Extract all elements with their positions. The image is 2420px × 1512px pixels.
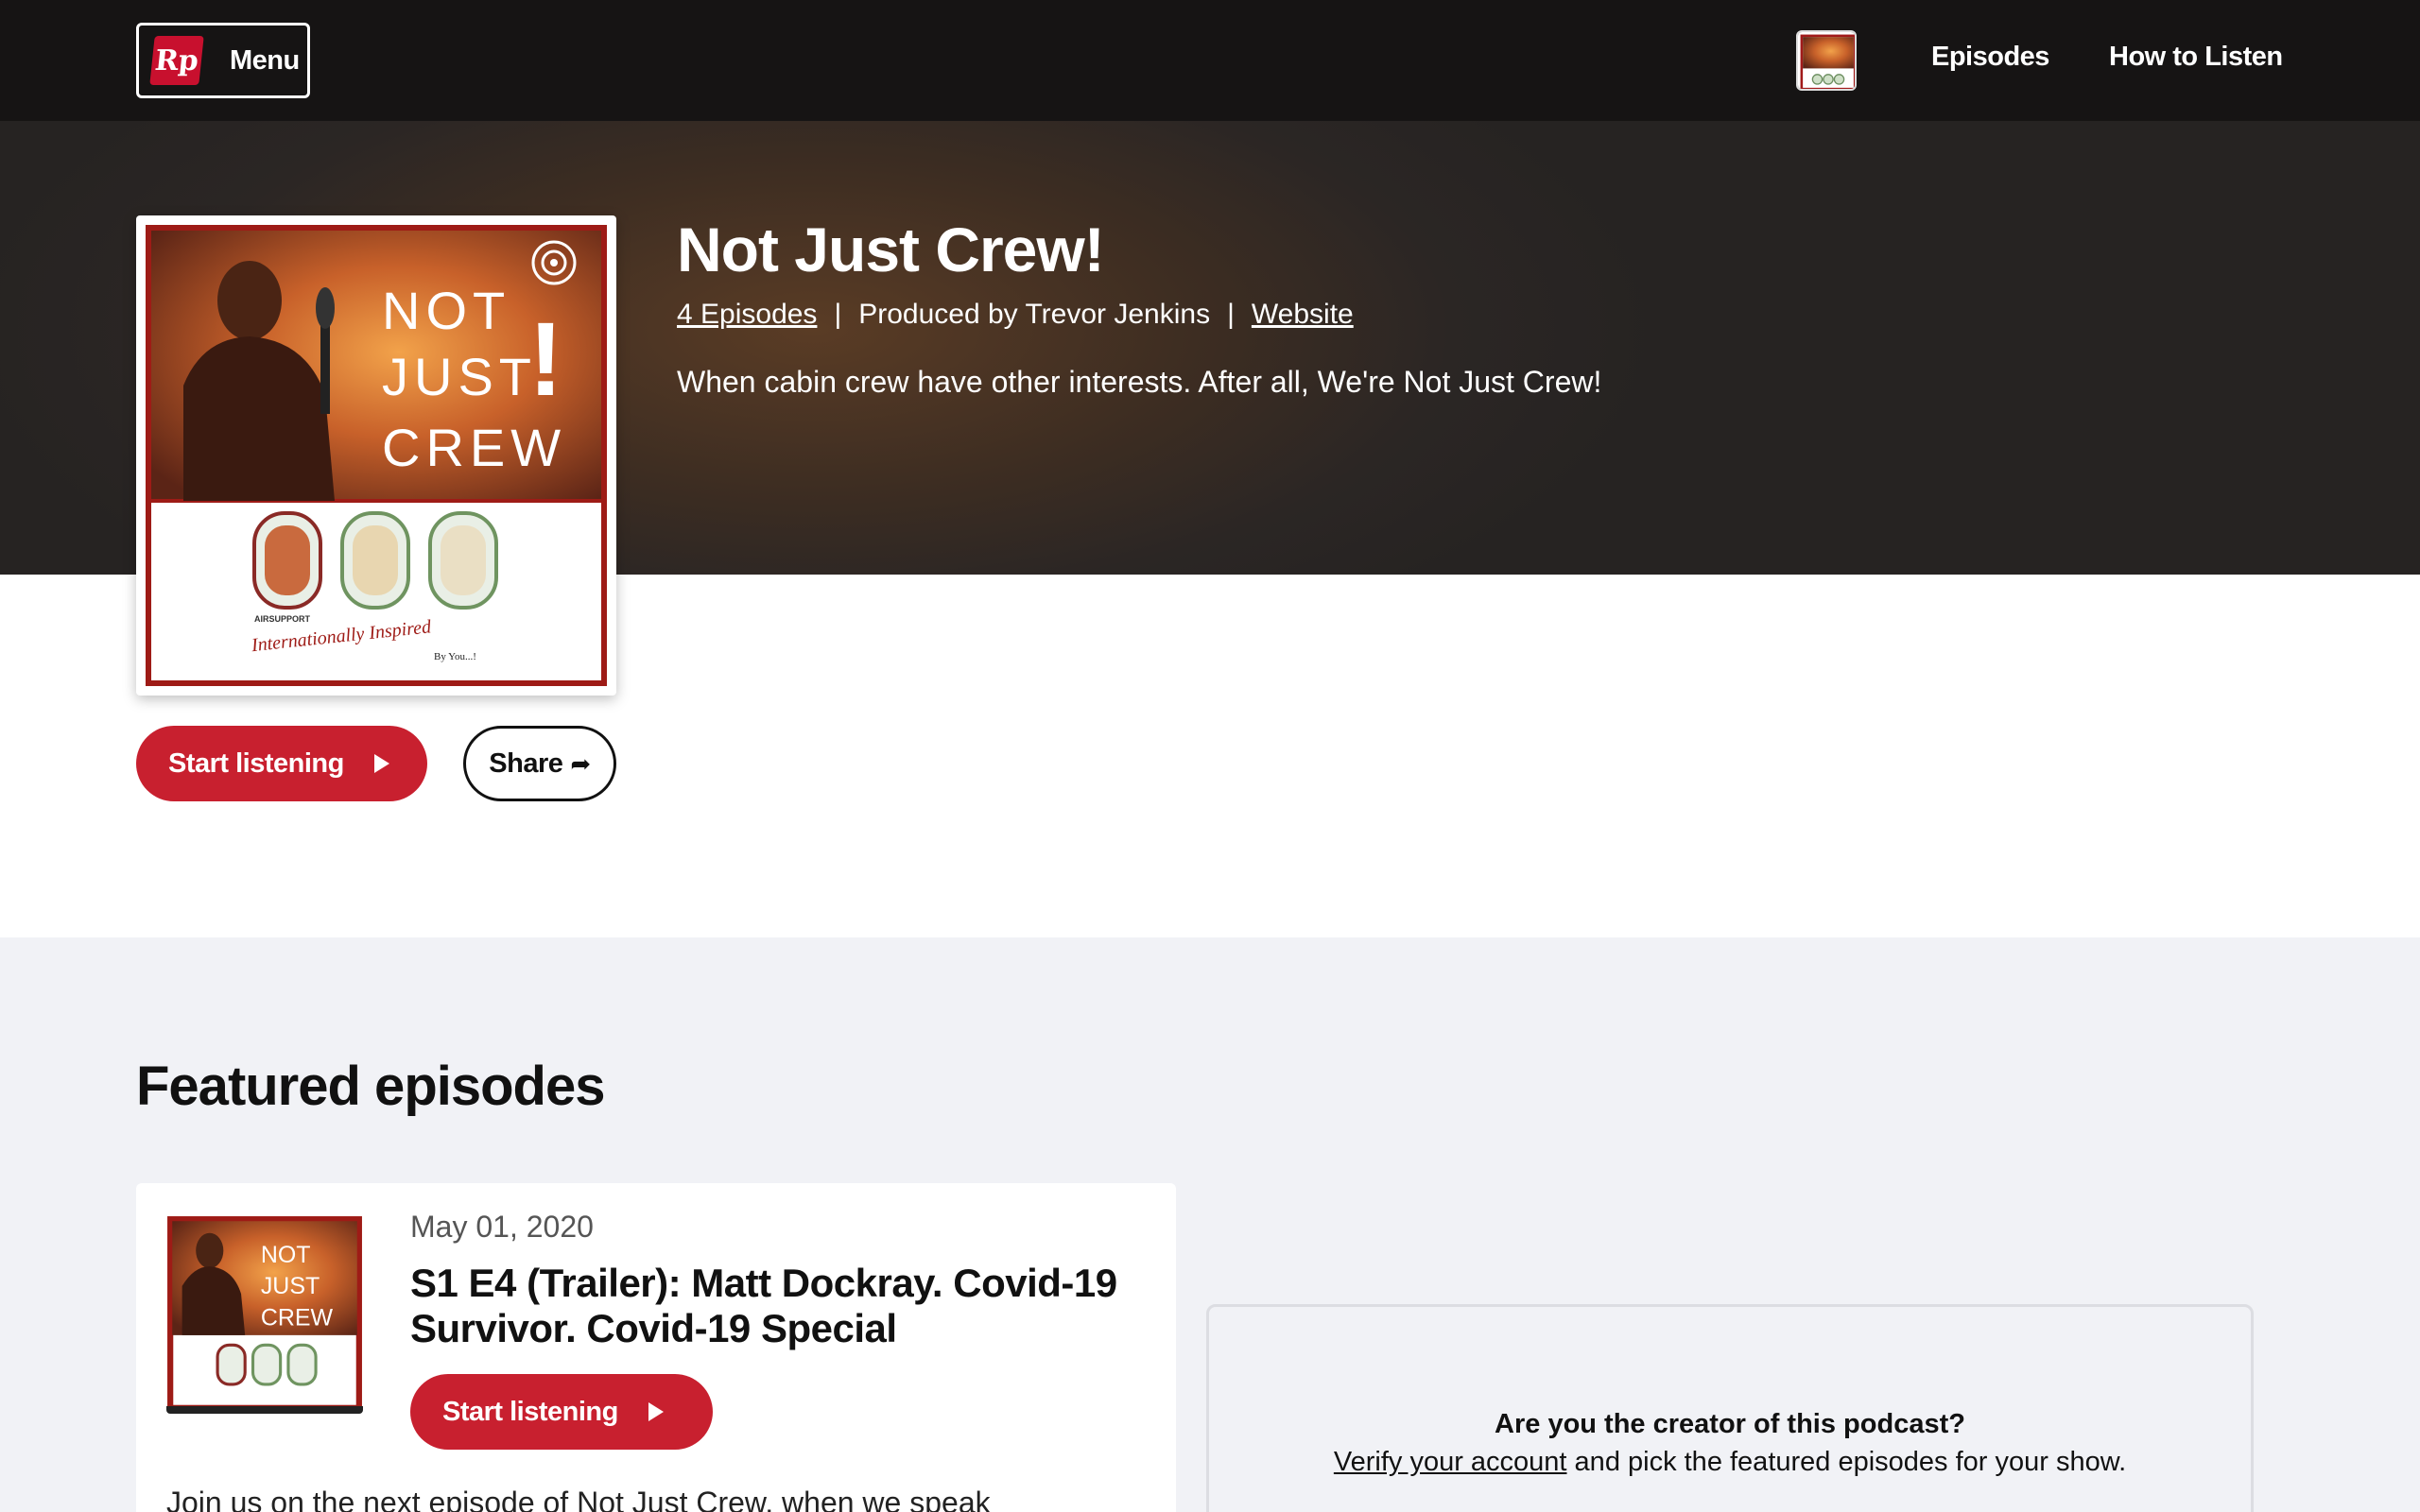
episodes-count-link[interactable]: 4 Episodes xyxy=(677,299,817,331)
cover-text-bang: ! xyxy=(528,301,563,418)
creator-instructions-text: and pick the featured episodes for your … xyxy=(1566,1447,2127,1477)
podcast-description: When cabin crew have other interests. Af… xyxy=(677,365,1602,399)
radiopublic-logo: Rp xyxy=(149,36,204,85)
episode-description: Join us on the next episode of Not Just … xyxy=(166,1486,991,1512)
start-listening-label: Start listening xyxy=(168,747,344,779)
menu-button[interactable]: Rp Menu xyxy=(136,23,310,98)
thumb-text-just: JUST xyxy=(261,1273,320,1299)
menu-label: Menu xyxy=(230,44,300,76)
top-navigation: Rp Menu Episodes How to Listen xyxy=(0,0,2420,121)
episode-card: NOT JUST CREW May 01, 2020 S1 E4 (Traile… xyxy=(136,1183,1176,1512)
podcast-cover-art: NOT JUST CREW ! AIRSUPPORT International… xyxy=(146,225,607,686)
creator-instructions: Verify your account and pick the feature… xyxy=(1209,1447,2251,1478)
thumb-text-crew: CREW xyxy=(261,1304,334,1331)
share-button[interactable]: Share ➦ xyxy=(463,726,616,801)
thumbnail-shadow xyxy=(166,1406,363,1414)
cover-text-crew: CREW xyxy=(382,418,566,477)
podcast-meta: 4 Episodes | Produced by Trevor Jenkins … xyxy=(677,299,1354,331)
episode-thumbnail[interactable]: NOT JUST CREW xyxy=(166,1215,363,1412)
nav-link-how-to-listen[interactable]: How to Listen xyxy=(2109,42,2283,73)
podcast-title: Not Just Crew! xyxy=(677,215,1105,284)
cover-text-just: JUST xyxy=(382,347,537,406)
cover-brand: AIRSUPPORT xyxy=(254,614,311,624)
play-icon xyxy=(373,754,389,773)
play-icon xyxy=(648,1402,664,1421)
share-label: Share xyxy=(489,747,563,779)
episode-date: May 01, 2020 xyxy=(410,1210,594,1244)
episode-start-listening-label: Start listening xyxy=(442,1396,618,1427)
creator-question: Are you the creator of this podcast? xyxy=(1495,1409,1965,1439)
creator-verify-box: Are you the creator of this podcast? Ver… xyxy=(1206,1304,2254,1512)
verify-account-link[interactable]: Verify your account xyxy=(1334,1447,1567,1477)
cover-windows xyxy=(252,511,498,610)
podcast-cover: NOT JUST CREW ! AIRSUPPORT International… xyxy=(136,215,616,696)
meta-separator: | xyxy=(1227,299,1235,330)
podcast-thumbnail-small[interactable] xyxy=(1796,30,1857,91)
cover-text-not: NOT xyxy=(382,281,510,340)
share-arrow-icon: ➦ xyxy=(570,748,591,778)
featured-episodes-heading: Featured episodes xyxy=(136,1056,605,1117)
episode-start-listening-button[interactable]: Start listening xyxy=(410,1374,713,1450)
nav-link-episodes[interactable]: Episodes xyxy=(1931,42,2049,73)
podcast-cover-mini xyxy=(1798,32,1855,89)
episode-title[interactable]: S1 E4 (Trailer): Matt Dockray. Covid-19 … xyxy=(410,1261,1148,1351)
cover-byline: By You...! xyxy=(434,651,476,662)
thumb-text-not: NOT xyxy=(261,1242,311,1268)
meta-separator: | xyxy=(834,299,842,330)
producer-text: Produced by Trevor Jenkins xyxy=(858,299,1211,330)
website-link[interactable]: Website xyxy=(1252,299,1354,331)
start-listening-button[interactable]: Start listening xyxy=(136,726,427,801)
